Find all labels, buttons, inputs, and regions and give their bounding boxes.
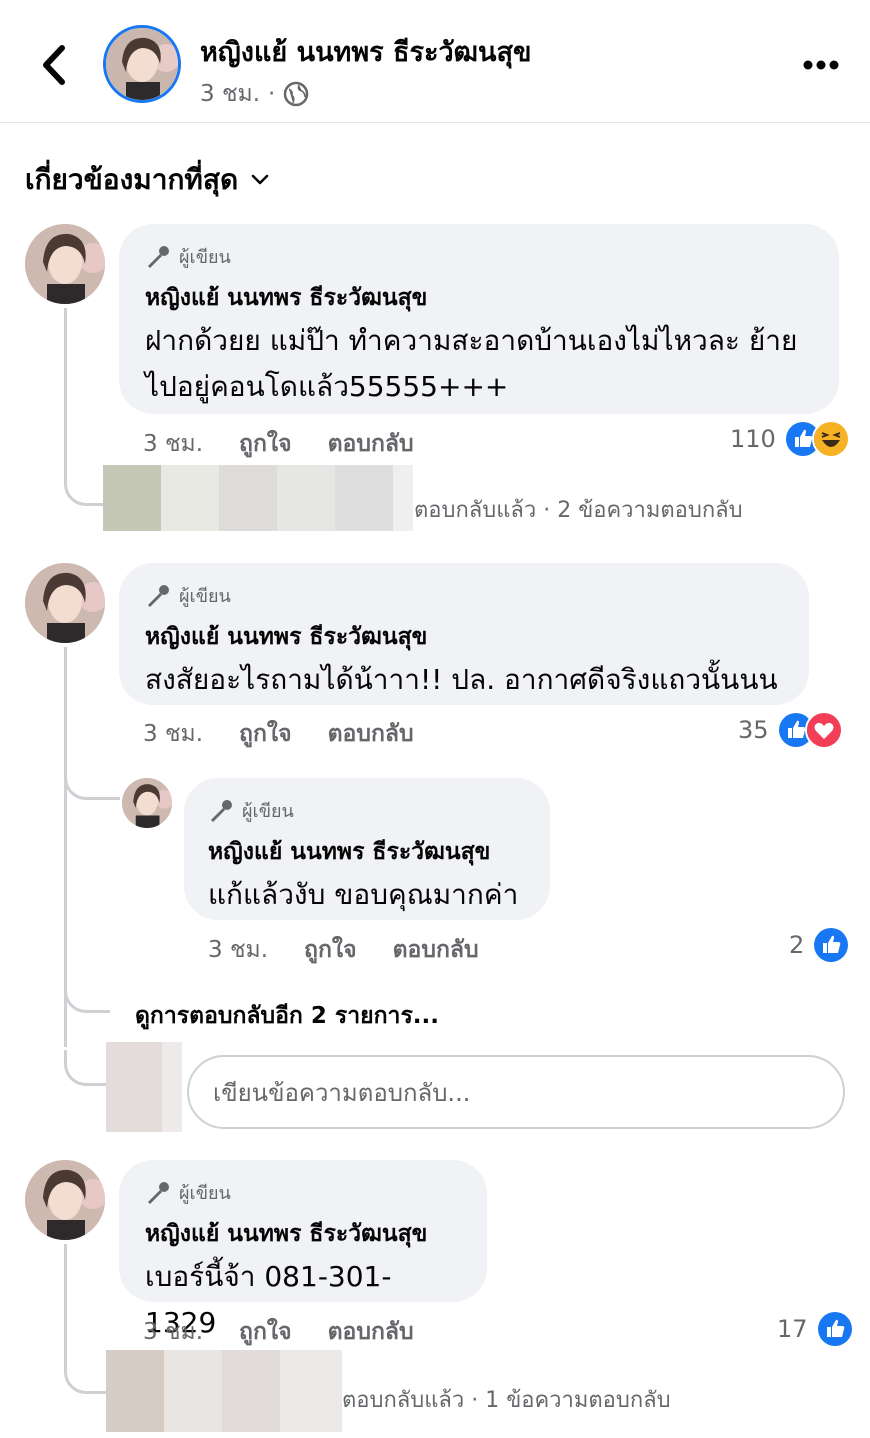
back-button[interactable] [36,42,76,88]
reply-connector [64,1050,108,1086]
comment-meta: 3 ชม. ถูกใจ ตอบกลับ [143,1314,414,1350]
reaction-summary[interactable]: 110 [730,420,850,458]
reply-text: แก้แล้วงับ ขอบคุณมากค่า [208,878,519,911]
like-button[interactable]: ถูกใจ [304,932,357,968]
author-badge: ผู้เขียน [208,796,526,825]
reaction-summary[interactable]: 17 [777,1310,854,1348]
reply-connector [64,1358,108,1394]
view-more-replies-link[interactable]: ดูการตอบกลับอีก 2 รายการ... [135,998,439,1034]
comment-text-line: ฝากด้วยย แม่ป๊า ทำความสะอาดบ้านเองไม่ไหว… [145,324,798,357]
reply-connector [64,470,104,506]
reaction-count: 35 [738,716,769,744]
reaction-summary[interactable]: 2 [789,926,851,964]
reply-button[interactable]: ตอบกลับ [393,932,479,968]
author-badge: ผู้เขียน [145,242,813,271]
thread-line [64,1244,67,1364]
sort-label: เกี่ยวข้องมากที่สุด [25,163,239,196]
microphone-icon [148,584,169,607]
blurred-replier-avatar [103,465,413,531]
commenter-avatar[interactable] [25,1160,105,1240]
commenter-name[interactable]: หญิงแย้ นนทพร ธีระวัฒนสุข [145,619,783,655]
reaction-count: 17 [777,1315,808,1343]
comment-bubble[interactable]: ผู้เขียน หญิงแย้ นนทพร ธีระวัฒนสุข เบอร์… [119,1160,487,1339]
comment-sort-dropdown[interactable]: เกี่ยวข้องมากที่สุด [25,158,270,202]
comment-bubble[interactable]: ผู้เขียน หญิงแย้ นนทพร ธีระวัฒนสุข สงสัย… [119,563,809,705]
comment-time[interactable]: 3 ชม. [143,716,203,752]
reaction-count: 110 [730,425,776,453]
more-dots-icon [803,60,839,70]
comment-meta: 3 ชม. ถูกใจ ตอบกลับ [143,716,414,752]
like-button[interactable]: ถูกใจ [239,1314,292,1350]
comment-meta: 3 ชม. ถูกใจ ตอบกลับ [143,426,414,462]
reply-summary-link[interactable]: ตอบกลับแล้ว · 1 ข้อความตอบกลับ [342,1382,671,1417]
reply-input-placeholder: เขียนข้อความตอบกลับ... [213,1078,471,1107]
reply-time[interactable]: 3 ชม. [208,932,268,968]
reply-summary-link[interactable]: ตอบกลับแล้ว · 2 ข้อความตอบกลับ [414,492,743,527]
like-reaction-icon [815,1310,854,1348]
microphone-icon [148,1181,169,1204]
love-reaction-icon [804,711,843,749]
blurred-user-avatar [106,1042,182,1132]
reply-button[interactable]: ตอบกลับ [328,426,414,462]
avatar-photo [106,28,178,100]
more-options-button[interactable] [800,52,842,78]
reply-input[interactable]: เขียนข้อความตอบกลับ... [187,1055,845,1129]
author-badge: ผู้เขียน [145,581,783,610]
reaction-count: 2 [789,931,805,959]
avatar-photo [25,563,105,643]
like-button[interactable]: ถูกใจ [239,426,292,462]
like-reaction-icon [812,926,851,964]
author-badge-label: ผู้เขียน [179,586,231,607]
avatar-photo [122,778,172,828]
microphone-icon [211,799,232,822]
replier-name[interactable]: หญิงแย้ นนทพร ธีระวัฒนสุข [208,834,526,870]
profile-avatar[interactable] [103,25,181,103]
reply-button[interactable]: ตอบกลับ [328,716,414,752]
reply-bubble[interactable]: ผู้เขียน หญิงแย้ นนทพร ธีระวัฒนสุข แก้แล… [184,778,550,920]
thread-line [64,308,67,478]
comment-text-line: ไปอยู่คอนโดแล้ว55555+++ [145,370,509,403]
comment-text: สงสัยอะไรถามได้น้าาา!! ปล. อากาศดีจริงแถ… [145,663,778,696]
comment-bubble[interactable]: ผู้เขียน หญิงแย้ นนทพร ธีระวัฒนสุข ฝากด้… [119,224,839,414]
post-meta: 3 ชม. · [200,76,309,112]
author-badge-label: ผู้เขียน [179,1183,231,1204]
avatar-photo [25,1160,105,1240]
commenter-name[interactable]: หญิงแย้ นนทพร ธีระวัฒนสุข [145,1216,461,1252]
author-badge-label: ผู้เขียน [242,801,294,822]
chevron-down-icon [251,174,269,185]
avatar-photo [25,224,105,304]
reply-connector [64,760,120,800]
commenter-name[interactable]: หญิงแย้ นนทพร ธีระวัฒนสุข [145,280,813,316]
meta-separator: · [268,81,276,107]
blurred-replier-avatar [106,1350,342,1432]
chevron-left-icon [43,45,65,85]
post-author-name[interactable]: หญิงแย้ นนทพร ธีระวัฒนสุข [200,30,531,73]
comment-time[interactable]: 3 ชม. [143,426,203,462]
replier-avatar[interactable] [122,778,172,828]
post-time[interactable]: 3 ชม. [200,76,260,112]
haha-reaction-icon [811,420,850,458]
comment-time[interactable]: 3 ชม. [143,1314,203,1350]
reply-connector [64,985,110,1013]
microphone-icon [148,245,169,268]
header-divider [0,122,870,123]
globe-icon [284,81,309,107]
author-badge: ผู้เขียน [145,1178,461,1207]
commenter-avatar[interactable] [25,224,105,304]
reaction-summary[interactable]: 35 [738,711,843,749]
reply-meta: 3 ชม. ถูกใจ ตอบกลับ [208,932,479,968]
reply-button[interactable]: ตอบกลับ [328,1314,414,1350]
commenter-avatar[interactable] [25,563,105,643]
like-button[interactable]: ถูกใจ [239,716,292,752]
author-badge-label: ผู้เขียน [179,247,231,268]
